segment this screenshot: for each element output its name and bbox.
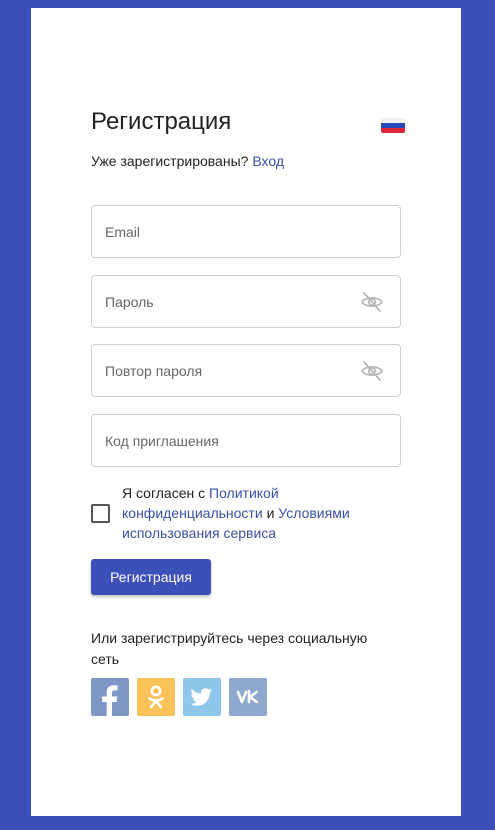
agreement-text-start: Я согласен с	[122, 485, 206, 501]
login-prompt-text: Уже зарегистрированы?	[91, 153, 249, 169]
eye-off-icon[interactable]	[360, 291, 384, 313]
password-field[interactable]	[92, 276, 400, 327]
agreement-checkbox[interactable]	[91, 504, 110, 523]
odnoklassniki-icon[interactable]	[137, 678, 175, 716]
twitter-icon[interactable]	[183, 678, 221, 716]
agreement-conjunction: и	[266, 505, 275, 521]
social-signup-text: Или зарегистрируйтесь через социальную с…	[91, 630, 368, 667]
facebook-icon[interactable]	[91, 678, 129, 716]
register-button[interactable]: Регистрация	[91, 559, 211, 595]
agreement-text: Я согласен с Политикой конфиденциальност…	[122, 483, 402, 543]
invite-code-field-wrapper	[91, 414, 401, 467]
invite-code-field[interactable]	[92, 415, 400, 466]
email-field-wrapper	[91, 205, 401, 258]
password-repeat-field-wrapper	[91, 344, 401, 397]
password-repeat-field[interactable]	[92, 345, 400, 396]
login-link[interactable]: Вход	[252, 153, 284, 169]
login-prompt: Уже зарегистрированы? Вход	[91, 153, 284, 169]
vk-icon[interactable]	[229, 678, 267, 716]
registration-card: Регистрация Уже зарегистрированы? Вход E…	[31, 8, 461, 816]
email-field[interactable]	[92, 206, 400, 257]
russia-flag-icon[interactable]	[381, 118, 405, 133]
eye-off-icon[interactable]	[360, 360, 384, 382]
password-field-wrapper	[91, 275, 401, 328]
page-title: Регистрация	[91, 108, 232, 135]
